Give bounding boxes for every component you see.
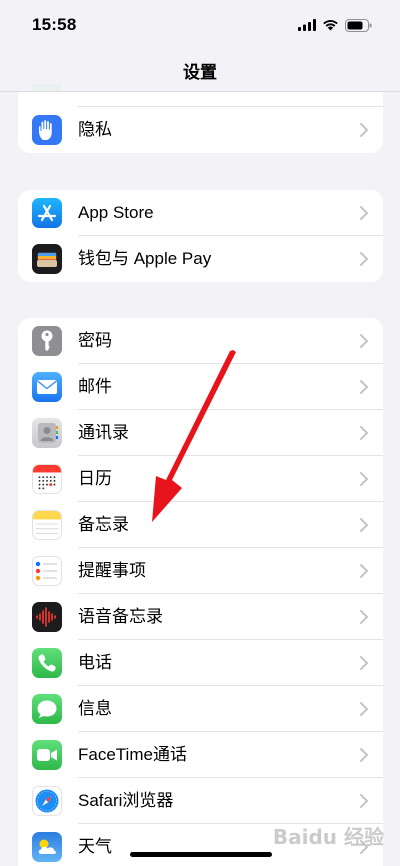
chevron-right-icon — [360, 748, 368, 762]
notes-icon — [32, 510, 62, 540]
chevron-right-icon — [360, 610, 368, 624]
status-time: 15:58 — [32, 15, 77, 34]
row-label: Safari浏览器 — [78, 791, 174, 810]
chevron-right-icon — [360, 206, 368, 220]
chevron-right-icon — [360, 472, 368, 486]
battery-icon — [345, 18, 372, 32]
settings-row-app-store[interactable]: App Store — [18, 190, 383, 236]
hand-icon — [32, 115, 62, 145]
page-title: 设置 — [183, 63, 217, 82]
weather-icon — [32, 832, 62, 862]
settings-row-notes[interactable]: 备忘录 — [18, 502, 383, 548]
settings-group-privacy: 隐私 — [18, 84, 383, 153]
settings-row-wallet[interactable]: 钱包与 Apple Pay — [18, 236, 383, 282]
row-label: 信息 — [78, 699, 112, 718]
chevron-right-icon — [360, 702, 368, 716]
settings-row-facetime[interactable]: FaceTime通话 — [18, 732, 383, 778]
contacts-icon — [32, 418, 62, 448]
chevron-right-icon — [360, 334, 368, 348]
home-indicator[interactable] — [130, 852, 272, 857]
safari-icon — [32, 786, 62, 816]
app-store-icon — [32, 198, 62, 228]
settings-group-store: App Store 钱包与 Apple Pay — [18, 190, 383, 282]
status-icons — [298, 18, 372, 32]
facetime-icon — [32, 740, 62, 770]
row-label: 钱包与 Apple Pay — [78, 249, 212, 268]
chevron-right-icon — [360, 252, 368, 266]
row-label: 密码 — [78, 331, 112, 350]
row-label: 隐私 — [78, 120, 112, 139]
settings-row-mail[interactable]: 邮件 — [18, 364, 383, 410]
row-label: 语音备忘录 — [78, 607, 163, 626]
chevron-right-icon — [360, 123, 368, 137]
wifi-icon — [323, 20, 338, 31]
mail-icon — [32, 372, 62, 402]
settings-row-safari[interactable]: Safari浏览器 — [18, 778, 383, 824]
voice-memos-icon — [32, 602, 62, 632]
settings-row-privacy[interactable]: 隐私 — [18, 107, 383, 153]
wallet-icon — [32, 244, 62, 274]
reminders-icon — [32, 556, 62, 586]
row-label: 电话 — [78, 653, 112, 672]
calendar-icon — [32, 464, 62, 494]
chevron-right-icon — [360, 794, 368, 808]
key-icon — [32, 326, 62, 356]
row-label: 提醒事项 — [78, 561, 146, 580]
settings-row-voice-memos[interactable]: 语音备忘录 — [18, 594, 383, 640]
row-label: 备忘录 — [78, 515, 129, 534]
settings-row-passwords[interactable]: 密码 — [18, 318, 383, 364]
chevron-right-icon — [360, 380, 368, 394]
row-label: 通讯录 — [78, 423, 129, 442]
watermark: Baidu 经验 — [272, 825, 384, 849]
settings-row-contacts[interactable]: 通讯录 — [18, 410, 383, 456]
messages-icon — [32, 694, 62, 724]
row-label: App Store — [78, 203, 154, 222]
chevron-right-icon — [360, 426, 368, 440]
settings-row-messages[interactable]: 信息 — [18, 686, 383, 732]
settings-row-calendar[interactable]: 日历 — [18, 456, 383, 502]
row-label: FaceTime通话 — [78, 745, 187, 764]
settings-row-reminders[interactable]: 提醒事项 — [18, 548, 383, 594]
chevron-right-icon — [360, 656, 368, 670]
row-label: 天气 — [78, 837, 112, 856]
phone-icon — [32, 648, 62, 678]
chevron-right-icon — [360, 564, 368, 578]
row-label: 邮件 — [78, 377, 112, 396]
settings-group-apps: 密码 邮件 通讯录 日历 备忘录 提醒事项 语音备忘录 电话 信息 FaceTi… — [18, 318, 383, 866]
settings-row-phone[interactable]: 电话 — [18, 640, 383, 686]
cellular-signal-icon — [298, 19, 316, 31]
status-bar: 15:58 — [0, 0, 400, 50]
chevron-right-icon — [360, 518, 368, 532]
nav-bar: 设置 — [0, 50, 400, 92]
row-label: 日历 — [78, 469, 112, 488]
